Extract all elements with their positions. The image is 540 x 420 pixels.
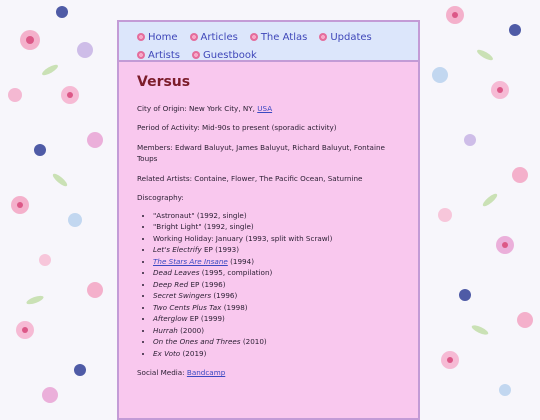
release-link[interactable]: The Stars Are Insane (153, 257, 228, 266)
discography-item: The Stars Are Insane (1994) (153, 256, 402, 268)
nav-articles[interactable]: Articles (189, 32, 238, 43)
discography-item: Two Cents Plus Tax (1998) (153, 302, 402, 314)
flower-icon (192, 51, 200, 59)
discography-item: Let's Electrify EP (1993) (153, 244, 402, 256)
release-title: Two Cents Plus Tax (153, 302, 222, 312)
release-detail: (1994) (227, 256, 254, 266)
page-title: Versus (137, 74, 191, 90)
nav-bar: Home Articles The Atlas Updates Artists (119, 22, 418, 62)
flower-icon (189, 33, 198, 41)
release-title: "Bright Light" (153, 222, 202, 232)
period-value: Mid-90s to present (sporadic activity) (201, 123, 337, 133)
period-label: Period of Activity: (137, 123, 200, 133)
flower-icon (137, 51, 145, 59)
discography-item: "Bright Light" (1992, single) (153, 221, 402, 233)
release-detail: (1993, split with Scrawl) (243, 233, 333, 243)
release-detail: (1992, single) (194, 210, 247, 220)
nav-updates[interactable]: Updates (319, 32, 372, 43)
release-detail: (1995, compilation) (199, 268, 273, 278)
release-title: On the Ones and Threes (153, 337, 241, 347)
discography-item: Secret Swingers (1996) (153, 290, 402, 302)
release-detail: EP (1996) (188, 279, 226, 289)
content-card: Home Articles The Atlas Updates Artists (117, 20, 420, 420)
release-title: Deep Red (153, 279, 189, 289)
release-detail: (2019) (180, 348, 207, 358)
discography-heading: Discography: (137, 193, 184, 203)
nav-guestbook-label[interactable]: Guestbook (203, 50, 257, 61)
release-title: Ex Voto (153, 348, 181, 358)
release-detail: (1992, single) (201, 222, 254, 232)
discography-list: "Astronaut" (1992, single)"Bright Light"… (137, 210, 402, 360)
discography-item: "Astronaut" (1992, single) (153, 210, 402, 222)
release-title: Secret Swingers (153, 291, 212, 301)
social-field: Social Media: Bandcamp (137, 367, 402, 378)
flower-icon (249, 33, 258, 41)
members-field: Members: Edward Baluyut, James Baluyut, … (137, 142, 402, 164)
release-detail: EP (1999) (187, 314, 225, 324)
members-label: Members: (137, 143, 173, 152)
release-detail: (2010) (240, 337, 267, 347)
release-title: Working Holiday: January (153, 233, 244, 243)
discography-item: Deep Red EP (1996) (153, 279, 402, 291)
nav-articles-label[interactable]: Articles (201, 32, 238, 43)
release-detail: (1998) (221, 302, 248, 312)
discography-item: On the Ones and Threes (2010) (153, 336, 402, 348)
social-label: Social Media: (137, 368, 185, 378)
release-title: Hurrah (153, 325, 178, 335)
discography-item: Working Holiday: January (1993, split wi… (153, 233, 402, 245)
origin-field: City of Origin: New York City, NY, USA (137, 103, 402, 114)
related-label: Related Artists: (137, 173, 192, 183)
nav-guestbook[interactable]: Guestbook (192, 50, 257, 61)
origin-value: New York City, NY, (189, 103, 255, 113)
nav-the-atlas-label[interactable]: The Atlas (261, 32, 307, 43)
release-detail: (1996) (211, 291, 238, 301)
nav-updates-label[interactable]: Updates (330, 32, 371, 43)
release-title: "Astronaut" (153, 210, 195, 220)
discography-item: Ex Voto (2019) (153, 348, 402, 360)
release-title: Afterglow (153, 314, 188, 324)
flower-icon (137, 33, 145, 41)
release-title: Dead Leaves (153, 268, 200, 278)
related-field: Related Artists: Containe, Flower, The P… (137, 173, 402, 184)
release-detail: EP (1993) (201, 245, 240, 255)
origin-label: City of Origin: (137, 103, 187, 113)
release-detail: (2000) (177, 325, 205, 335)
bandcamp-link[interactable]: Bandcamp (187, 368, 225, 377)
nav-home[interactable]: Home (137, 32, 178, 43)
release-title: Let's Electrify (153, 245, 202, 255)
discography-item: Afterglow EP (1999) (153, 313, 402, 325)
discography-item: Hurrah (2000) (153, 325, 402, 337)
flower-icon (319, 33, 328, 41)
nav-the-atlas[interactable]: The Atlas (249, 32, 307, 43)
period-field: Period of Activity: Mid-90s to present (… (137, 122, 402, 133)
origin-link[interactable]: USA (257, 104, 272, 113)
discography-item: Dead Leaves (1995, compilation) (153, 267, 402, 279)
nav-artists[interactable]: Artists (137, 50, 180, 61)
nav-artists-label[interactable]: Artists (148, 50, 180, 61)
members-value: Edward Baluyut, James Baluyut, Richard B… (137, 143, 385, 164)
nav-home-label[interactable]: Home (148, 32, 178, 43)
article-content: Versus City of Origin: New York City, NY… (119, 62, 418, 378)
related-value: Containe, Flower, The Pacific Ocean, Sat… (194, 173, 363, 183)
